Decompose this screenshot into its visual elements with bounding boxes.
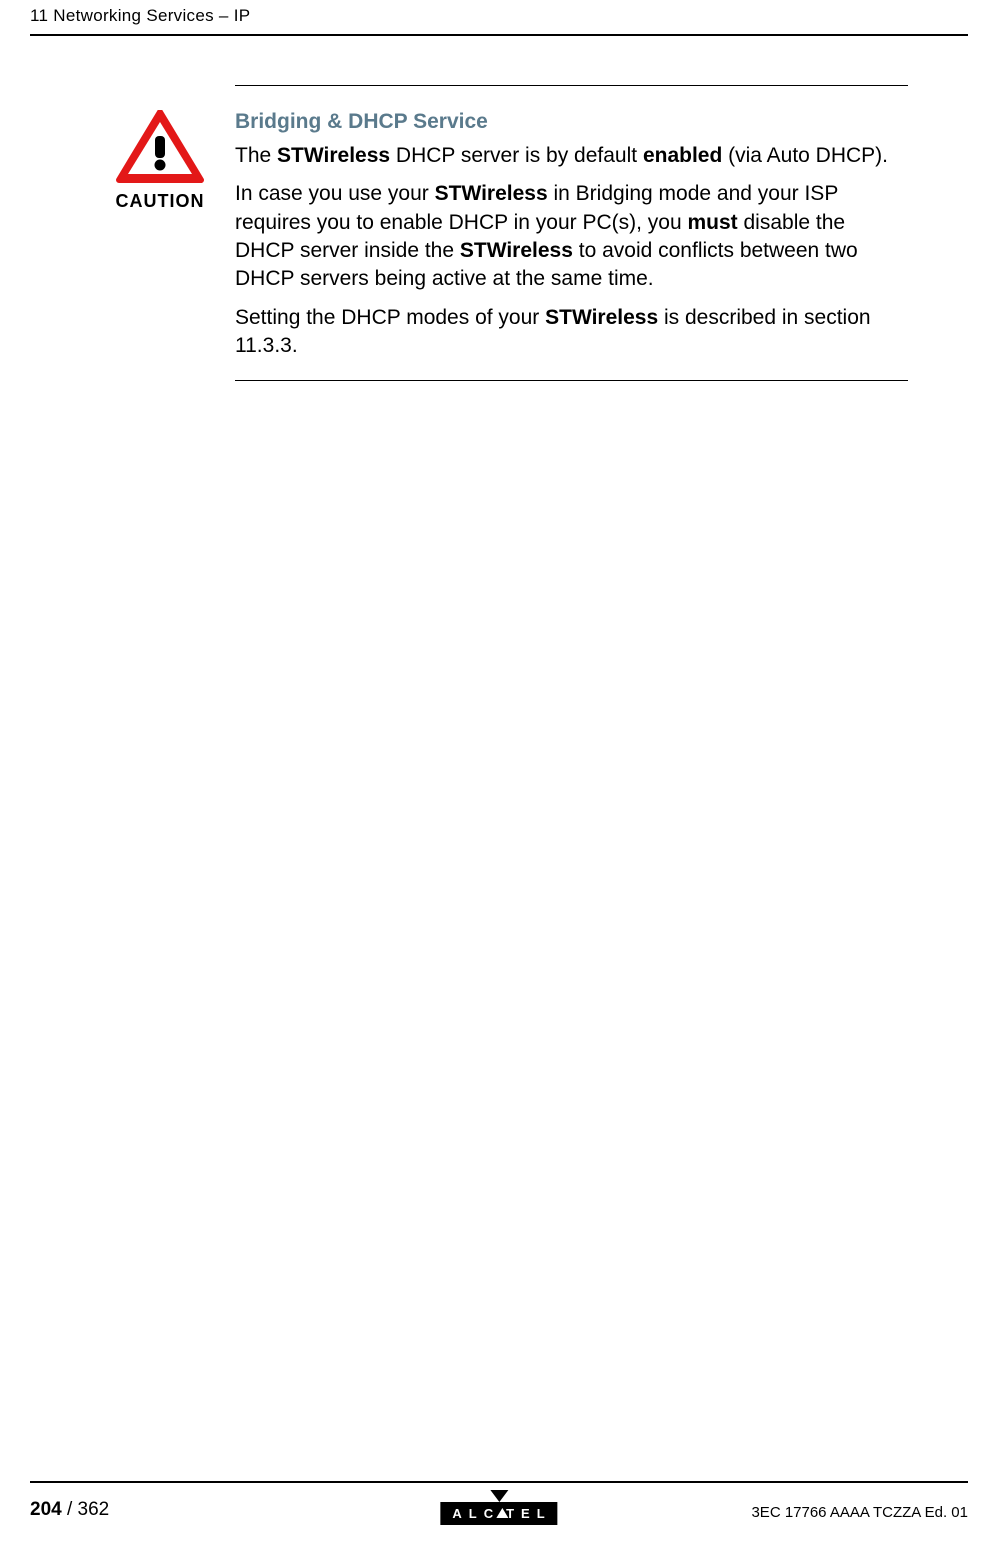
page-header: 11 Networking Services – IP (30, 6, 968, 26)
page-footer: 204 / 362 ALCTEL 3EC 17766 AAAA TCZZA Ed… (30, 1491, 968, 1521)
caution-label: CAUTION (116, 191, 205, 212)
caution-block: CAUTION (100, 110, 220, 212)
breadcrumb: 11 Networking Services – IP (30, 6, 250, 25)
header-rule (30, 34, 968, 36)
caution-icon (115, 110, 205, 185)
caution-body: Bridging & DHCP Service The STWireless D… (235, 110, 908, 370)
caution-para-3: Setting the DHCP modes of your STWireles… (235, 304, 908, 361)
page-sep: / (62, 1499, 78, 1520)
page-total: 362 (78, 1499, 110, 1520)
brand-wordmark: ALCTEL (440, 1502, 557, 1525)
brand-triangle-down-icon (490, 1490, 508, 1502)
page-current: 204 (30, 1499, 62, 1520)
document-id: 3EC 17766 AAAA TCZZA Ed. 01 (751, 1504, 968, 1521)
note-rule-top (235, 85, 908, 86)
brand-logo: ALCTEL (440, 1502, 557, 1525)
note-rule-bottom (235, 380, 908, 381)
page-number: 204 / 362 (30, 1499, 109, 1521)
caution-para-1: The STWireless DHCP server is by default… (235, 142, 908, 170)
caution-title: Bridging & DHCP Service (235, 110, 908, 134)
footer-rule (30, 1481, 968, 1483)
caution-para-2: In case you use your STWireless in Bridg… (235, 180, 908, 293)
